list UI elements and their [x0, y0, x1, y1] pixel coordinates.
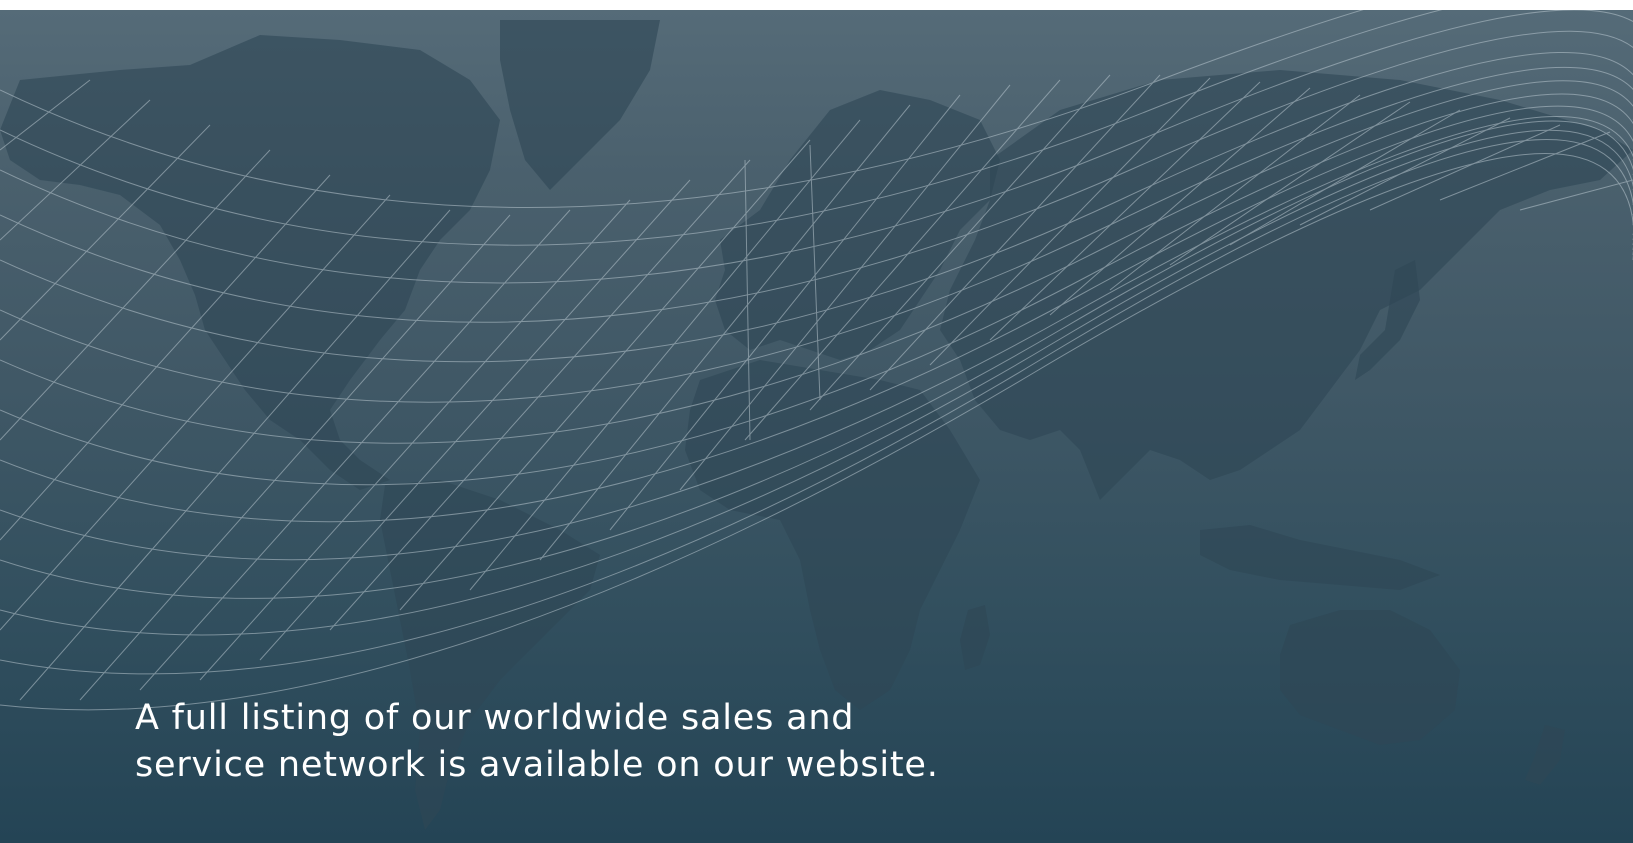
hero-banner: A full listing of our worldwide sales an…: [0, 10, 1633, 843]
tagline: A full listing of our worldwide sales an…: [135, 695, 939, 789]
madagascar: [960, 605, 990, 670]
tagline-line-1: A full listing of our worldwide sales an…: [135, 698, 855, 738]
greenland: [500, 20, 660, 190]
new-zealand: [1525, 725, 1565, 785]
australia: [1280, 610, 1460, 745]
tagline-line-2: service network is available on our webs…: [135, 745, 939, 785]
africa: [685, 360, 980, 710]
southeast-asia-islands: [1200, 525, 1440, 590]
asia: [940, 70, 1633, 500]
